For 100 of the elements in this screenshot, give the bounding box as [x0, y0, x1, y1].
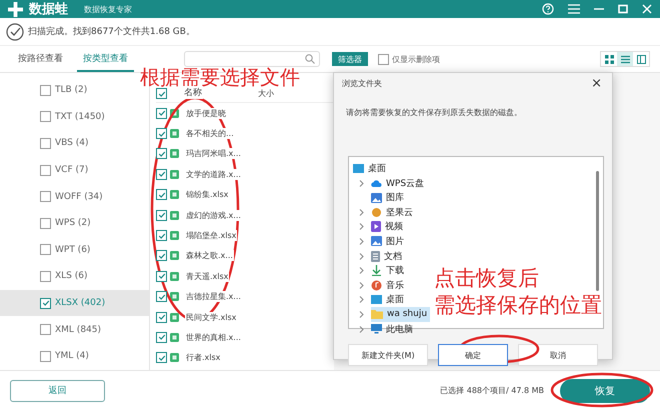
annotation-text: 根据需要选择文件: [140, 67, 300, 87]
checkbox[interactable]: [40, 270, 51, 282]
file-type-label: WPT (6): [55, 244, 90, 255]
new-folder-button[interactable]: 新建文件夹(M): [348, 344, 428, 366]
chevron-icon[interactable]: [359, 296, 364, 304]
close-button[interactable]: ×: [589, 76, 604, 90]
tree-item[interactable]: 图库: [371, 190, 407, 205]
check-circle-icon: [6, 22, 24, 40]
file-name: 塌陷堡垒.xlsx: [185, 230, 238, 242]
checkbox[interactable]: [40, 138, 51, 149]
tree-item[interactable]: 文档: [371, 248, 405, 264]
file-type-item[interactable]: WOFF (34): [0, 183, 149, 210]
checkbox[interactable]: [40, 324, 51, 336]
menu-icon[interactable]: [568, 4, 580, 14]
tree-item[interactable]: wa shuju: [371, 307, 430, 322]
tree-item[interactable]: 此电脑: [371, 322, 416, 336]
file-name: 放手便是晓: [185, 108, 227, 119]
scan-status-text: 扫描完成。找到8677个文件共1.68 GB。: [28, 26, 195, 38]
file-type-item[interactable]: WPS (2): [0, 210, 149, 237]
file-type-item[interactable]: WPT (6): [0, 236, 149, 264]
tree-item[interactable]: 下载: [371, 263, 407, 278]
checkbox[interactable]: [156, 250, 167, 262]
video-icon: [371, 221, 381, 232]
checkbox[interactable]: [156, 291, 167, 302]
monitor-icon: [371, 324, 382, 334]
chevron-icon[interactable]: [359, 180, 364, 187]
checkbox[interactable]: [40, 244, 51, 256]
file-type-item[interactable]: XML (845): [0, 316, 149, 343]
spreadsheet-icon: [170, 170, 179, 179]
tree-item[interactable]: 音乐: [371, 278, 407, 293]
back-button[interactable]: 返回: [10, 380, 105, 402]
chevron-icon[interactable]: [359, 326, 364, 333]
filter-button[interactable]: 筛选器: [332, 52, 368, 66]
spreadsheet-icon: [170, 251, 179, 260]
file-type-item[interactable]: XLS (6): [0, 263, 149, 290]
checkbox[interactable]: [156, 189, 167, 200]
checkbox[interactable]: [156, 108, 167, 119]
view-tab[interactable]: 按路径查看: [12, 46, 69, 72]
checkbox[interactable]: [156, 128, 167, 140]
tree-item[interactable]: 视频: [371, 220, 406, 234]
desktop-icon: [353, 164, 364, 173]
tree-item[interactable]: WPS云盘: [371, 176, 428, 190]
column-header[interactable]: 大小: [258, 88, 274, 99]
tree-item[interactable]: 图片: [371, 234, 407, 249]
help-icon[interactable]: [542, 3, 554, 15]
checkbox[interactable]: [156, 332, 167, 343]
column-header[interactable]: 名称: [183, 86, 203, 99]
checkbox[interactable]: [156, 168, 167, 180]
spreadsheet-icon: [170, 272, 179, 281]
recover-button[interactable]: 恢复: [560, 378, 650, 402]
file-name: 森林之歌.x...: [185, 250, 234, 262]
checkbox[interactable]: [378, 54, 389, 64]
checkbox[interactable]: [40, 84, 51, 96]
chevron-icon[interactable]: [359, 282, 364, 289]
checkbox[interactable]: [40, 218, 51, 229]
file-type-item[interactable]: YML (4): [0, 342, 149, 370]
checkbox[interactable]: [40, 191, 51, 202]
chevron-icon[interactable]: [359, 252, 364, 260]
file-type-label: VCF (7): [55, 165, 88, 176]
spreadsheet-icon: [170, 210, 179, 220]
file-type-item[interactable]: TXT (1450): [0, 104, 149, 130]
chevron-icon[interactable]: [359, 310, 364, 318]
chevron-icon[interactable]: [359, 208, 364, 216]
checkbox[interactable]: [156, 148, 167, 160]
cancel-button[interactable]: 取消: [518, 344, 598, 366]
list-icon: [620, 54, 630, 64]
view-tab[interactable]: 按类型查看: [77, 46, 134, 72]
ok-button[interactable]: 确定: [438, 344, 508, 366]
file-type-item[interactable]: VCF (7): [0, 156, 149, 184]
download-icon: [371, 265, 382, 276]
image-icon: [371, 236, 382, 246]
spreadsheet-icon: [170, 129, 179, 138]
tree-item[interactable]: 桌面: [353, 161, 389, 176]
tree-item[interactable]: 桌面: [371, 292, 407, 308]
selection-summary: 已选择 488个项目/ 47.8 MB: [440, 385, 544, 396]
checkbox[interactable]: [156, 270, 167, 282]
maximize-icon[interactable]: [618, 4, 628, 14]
checkbox[interactable]: [156, 230, 167, 242]
chevron-icon[interactable]: [359, 238, 364, 245]
checkbox[interactable]: [156, 88, 167, 99]
checkbox-label: 仅显示删除项: [392, 54, 440, 64]
checkbox[interactable]: [40, 350, 51, 362]
search-field[interactable]: [184, 51, 320, 67]
checkbox[interactable]: [156, 352, 167, 364]
checkbox[interactable]: [40, 298, 51, 309]
chevron-icon[interactable]: [359, 267, 364, 274]
dialog-title: 浏览文件夹: [342, 78, 382, 88]
close-icon[interactable]: [642, 4, 652, 14]
checkbox[interactable]: [40, 164, 51, 176]
checkbox[interactable]: [40, 111, 51, 122]
tree-item[interactable]: 坚果云: [371, 204, 416, 220]
chevron-icon[interactable]: [359, 223, 364, 230]
checkbox[interactable]: [156, 312, 167, 323]
document-icon: [371, 250, 380, 262]
file-name: 文学的道路.x...: [185, 168, 242, 180]
list-view-button[interactable]: [617, 52, 633, 66]
file-type-item[interactable]: VBS (4): [0, 130, 149, 157]
checkbox[interactable]: [156, 210, 167, 221]
spreadsheet-icon: [170, 312, 179, 322]
annotation-text: 点击恢复后: [434, 266, 540, 292]
